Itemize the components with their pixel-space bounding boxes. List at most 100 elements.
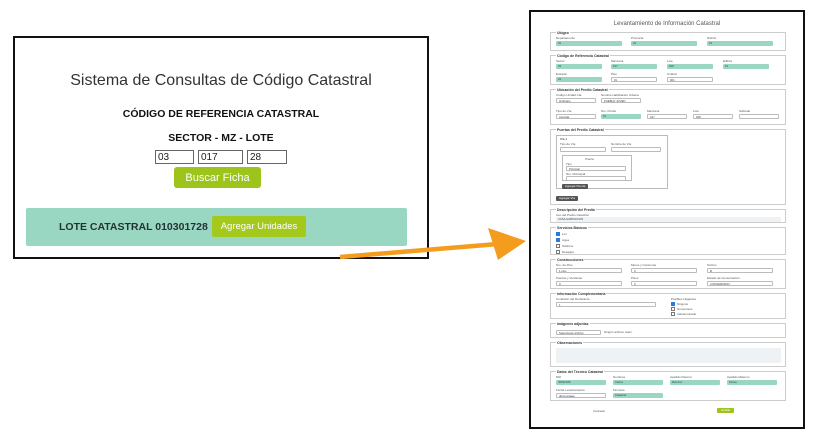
distrito-field[interactable]: 01 — [707, 41, 773, 46]
codigo-referencia-section: Código de Referencia Catastral Sector 03… — [550, 54, 786, 85]
puerta-tipo-via-field[interactable] — [560, 147, 606, 152]
tipo-via-select[interactable]: Avenida — [556, 114, 596, 119]
ubic-manzana-field[interactable]: 017 — [647, 114, 687, 119]
agua-checkbox[interactable] — [556, 238, 560, 242]
edifica-field[interactable]: 01 — [723, 64, 769, 69]
field-label: Apellido Materno — [727, 375, 750, 379]
section-title: Servicios Básicos — [556, 226, 588, 230]
field-label: Muros y Columnas — [631, 263, 657, 267]
imagenes-section: Imágenes adjuntas Seleccionar archivo Ni… — [550, 322, 786, 338]
codigo-unidad-select[interactable]: Ordinario — [556, 98, 596, 103]
agregar-puerta-button[interactable]: Agregar Puerta — [562, 184, 589, 189]
checkbox-label: Numerosos — [677, 307, 693, 311]
ficha-catastral-panel: Levantamiento de Información Catastral U… — [529, 10, 805, 429]
uso-predio-field[interactable]: CASA HABITACION — [556, 217, 781, 222]
field-label: Nombre Habilitación Urbana — [601, 93, 639, 97]
grabar-button[interactable]: Grabar — [717, 408, 735, 413]
field-label: Tipo de Vía — [560, 142, 576, 146]
field-label: Fecha Levantamiento — [556, 388, 585, 392]
agregar-via-button[interactable]: Agregar Vía — [556, 196, 579, 201]
estado-conservacion-select[interactable]: CONSERVADO — [707, 281, 773, 286]
habilitacion-urbana-field[interactable]: PUEBLO JOVEN — [601, 98, 641, 103]
field-label: Condición del Declarante — [556, 297, 590, 301]
via-subtitle: Vía 1 — [560, 137, 568, 141]
ubicacion-section: Ubicación del Predio Catastral Código Un… — [550, 88, 786, 125]
form-title: Levantamiento de Información Catastral — [613, 21, 721, 27]
puertas-section: Puertas del Predio Catastral Vía 1 Tipo … — [550, 128, 786, 205]
field-label: Departamento — [556, 36, 576, 40]
puerta-nombre-via-field[interactable] — [611, 147, 661, 152]
field-label: Nombres — [613, 375, 626, 379]
sector-field[interactable]: 03 — [556, 64, 602, 69]
pisos-select[interactable]: C — [631, 281, 697, 286]
section-title: Construcciones — [556, 258, 585, 262]
sector-input[interactable] — [155, 150, 194, 164]
field-label: Nombre de Vía — [611, 142, 632, 146]
section-title: Ubigeo — [556, 31, 570, 35]
piso-field[interactable]: 01 — [611, 77, 657, 82]
arrow-icon — [339, 228, 526, 260]
servicios-section: Servicios Básicos Luz Agua Teléfono Desa… — [550, 226, 786, 255]
nro-predio-field[interactable]: 01 — [601, 114, 641, 119]
apellido-materno-field[interactable]: Flores — [727, 380, 777, 385]
field-label: Firmante — [613, 388, 625, 392]
section-title: Puertas del Predio Catastral — [556, 128, 605, 132]
lote-field[interactable]: 028 — [667, 64, 713, 69]
ref-title: CÓDIGO DE REFERENCIA CATASTRAL — [122, 108, 320, 120]
seleccionar-archivo-button[interactable]: Seleccionar archivo — [556, 330, 601, 335]
nombres-field[interactable]: Carlos — [613, 380, 663, 385]
section-title: Información Complementaria — [556, 292, 607, 296]
ninguno-checkbox[interactable] — [671, 302, 675, 306]
ubic-lote-field[interactable]: 028 — [693, 114, 733, 119]
field-label: Manzana — [647, 109, 660, 113]
indeterminado-checkbox[interactable] — [671, 312, 675, 316]
section-title: Código de Referencia Catastral — [556, 54, 610, 58]
apellido-paterno-field[interactable]: Ramirez — [670, 380, 720, 385]
provincia-field[interactable]: 01 — [631, 41, 697, 46]
nro-piso-select[interactable]: 1 piso — [556, 268, 622, 273]
nro-municipal-field[interactable] — [566, 176, 626, 181]
section-title: Descripción del Predio — [556, 208, 596, 212]
field-label: Puertas y Ventanas — [556, 276, 583, 280]
field-label: Piso — [611, 72, 617, 76]
section-title: Imágenes adjuntas — [556, 322, 590, 326]
firmante-field[interactable]: Catastral — [613, 393, 663, 398]
field-label: Edifica — [723, 59, 733, 63]
entrada-field[interactable]: 01 — [556, 77, 602, 82]
numerosos-checkbox[interactable] — [671, 307, 675, 311]
field-label: Subtotal — [739, 109, 751, 113]
app-title: Sistema de Consultas de Código Catastral — [70, 72, 372, 89]
checkbox-label: Teléfono — [562, 244, 574, 248]
checkbox-label: Indeterminado — [677, 312, 697, 316]
field-label: Unidad — [667, 72, 677, 76]
lote-catastral-text: LOTE CATASTRAL 010301728 — [59, 221, 208, 233]
techos-select[interactable]: B — [707, 268, 773, 273]
fecha-levantamiento-field[interactable]: dd/mm/aaaa — [556, 393, 606, 398]
luz-checkbox[interactable] — [556, 232, 560, 236]
desague-checkbox[interactable] — [556, 250, 560, 254]
manzana-input[interactable] — [198, 150, 243, 164]
muros-select[interactable]: C — [631, 268, 697, 273]
lote-input[interactable] — [247, 150, 287, 164]
condicion-declarante-field[interactable]: 1 — [556, 302, 656, 307]
field-label: Apellido Paterno — [670, 375, 693, 379]
puerta-tipo-select[interactable]: Principal — [566, 166, 626, 171]
observaciones-textarea[interactable] — [556, 348, 781, 363]
departamento-field[interactable]: 01 — [556, 41, 622, 46]
manzana-field[interactable]: 017 — [611, 64, 657, 69]
dni-field[interactable]: 45632189 — [556, 380, 606, 385]
section-title: Observaciones — [556, 341, 584, 345]
unidad-field[interactable]: 001 — [667, 77, 713, 82]
field-label: Nro. Predio — [601, 109, 617, 113]
agregar-unidades-button[interactable]: Agregar Unidades — [212, 216, 306, 237]
field-label: Tipo de Vía — [556, 109, 572, 113]
puertas-ventanas-select[interactable]: C — [556, 281, 622, 286]
info-complementaria-section: Información Complementaria Condición del… — [550, 292, 786, 319]
field-label: Lote — [693, 109, 699, 113]
ubigeo-section: Ubigeo Departamento 01 Provincia 01 Dist… — [550, 31, 786, 51]
field-label: Techos — [707, 263, 717, 267]
buscar-ficha-button[interactable]: Buscar Ficha — [174, 167, 261, 188]
subtotal-field[interactable] — [739, 114, 779, 119]
cancelar-button[interactable]: Cancelar — [593, 409, 605, 413]
telefono-checkbox[interactable] — [556, 244, 560, 248]
